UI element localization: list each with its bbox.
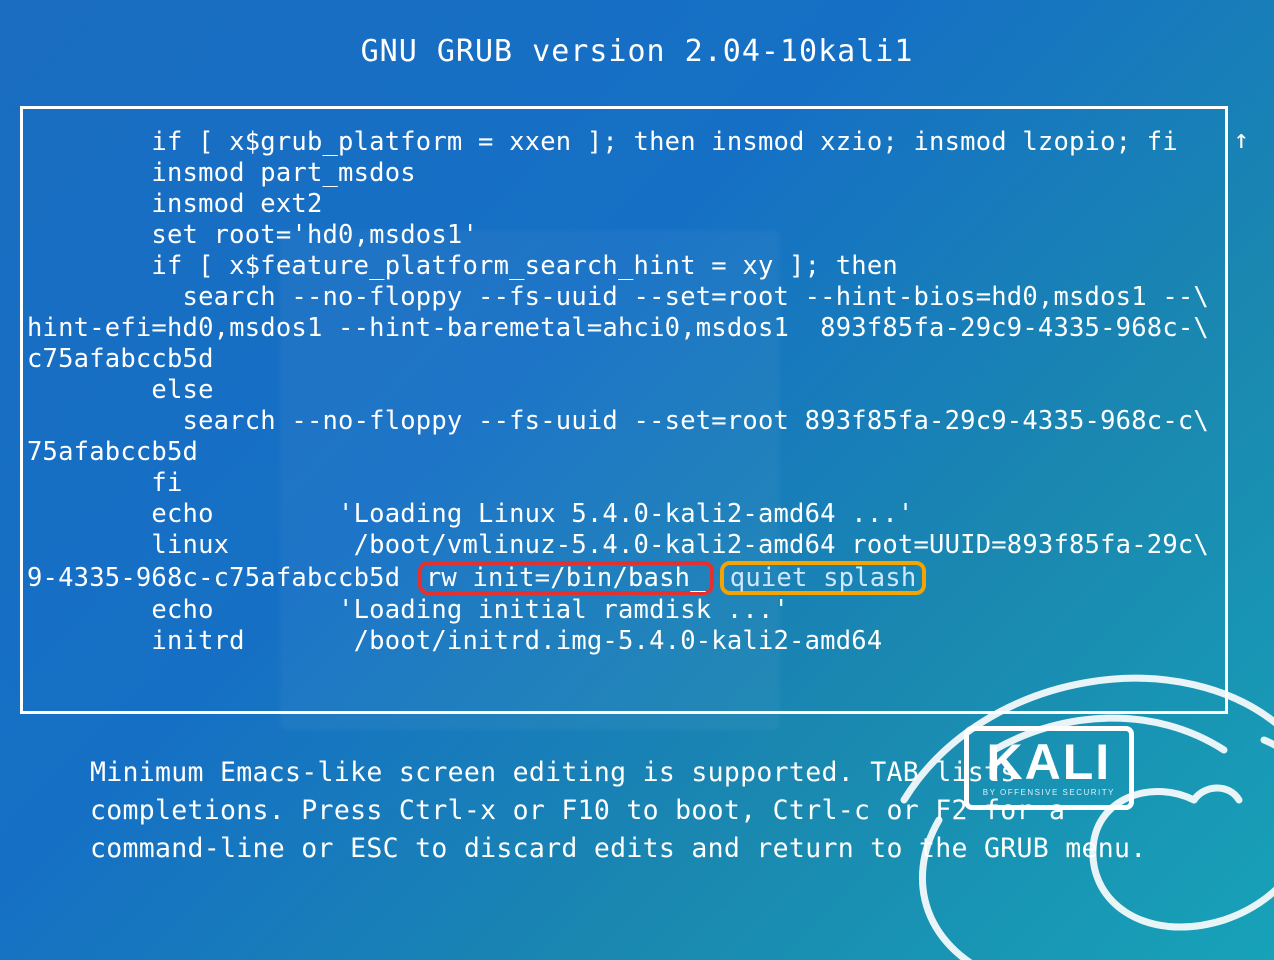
kali-logo-badge: KALI BY OFFENSIVE SECURITY: [964, 726, 1134, 810]
code-line: else: [27, 375, 214, 405]
code-line-prefix: 9-4335-968c-c75afabccb5d: [27, 563, 416, 593]
code-line: initrd /boot/initrd.img-5.4.0-kali2-amd6…: [27, 626, 882, 656]
code-line: fi: [27, 468, 183, 498]
grub-title: GNU GRUB version 2.04-10kali1: [0, 0, 1274, 69]
scroll-up-icon: ↑: [1233, 125, 1249, 155]
code-line: if [ x$grub_platform = xxen ]; then insm…: [27, 127, 1178, 157]
code-line: linux /boot/vmlinuz-5.4.0-kali2-amd64 ro…: [27, 530, 1209, 560]
kali-logo-text: KALI: [983, 737, 1115, 787]
code-line: 75afabccb5d: [27, 437, 198, 467]
code-line: echo 'Loading Linux 5.4.0-kali2-amd64 ..…: [27, 499, 913, 529]
kali-logo-tagline: BY OFFENSIVE SECURITY: [983, 789, 1115, 797]
code-line: echo 'Loading initial ramdisk ...': [27, 595, 789, 625]
code-line: insmod part_msdos: [27, 158, 416, 188]
highlight-init-bin-bash: rw init=/bin/bash_: [418, 561, 714, 595]
grub-config-text[interactable]: if [ x$grub_platform = xxen ]; then insm…: [27, 127, 1221, 657]
code-line: search --no-floppy --fs-uuid --set=root …: [27, 406, 1209, 436]
code-line: if [ x$feature_platform_search_hint = xy…: [27, 251, 898, 281]
code-line: search --no-floppy --fs-uuid --set=root …: [27, 282, 1209, 312]
code-line: insmod ext2: [27, 189, 323, 219]
code-line: hint-efi=hd0,msdos1 --hint-baremetal=ahc…: [27, 313, 1209, 343]
code-line: c75afabccb5d: [27, 344, 214, 374]
grub-editor[interactable]: ↑ if [ x$grub_platform = xxen ]; then in…: [20, 106, 1228, 714]
highlight-quiet-splash: quiet splash: [720, 561, 927, 595]
code-line: set root='hd0,msdos1': [27, 220, 478, 250]
